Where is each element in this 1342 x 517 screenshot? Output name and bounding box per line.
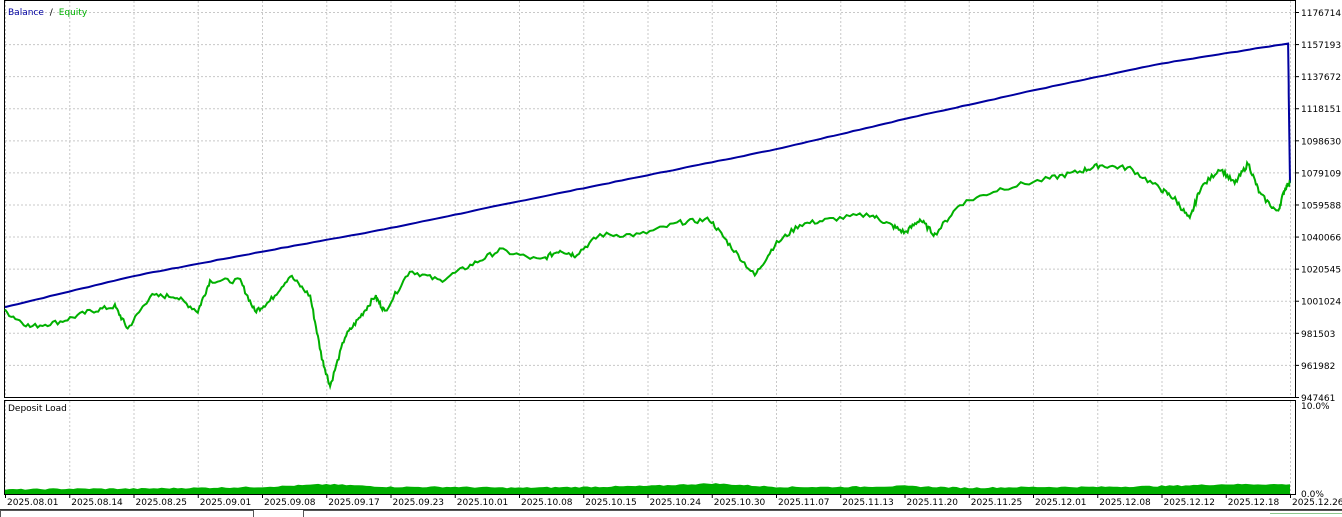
y-tick-label: 1001024 <box>1301 298 1341 308</box>
y-tick-label: 1137672 <box>1301 73 1341 83</box>
x-tick-label: 2025.11.25 <box>971 498 1023 508</box>
x-tick-label: 2025.10.08 <box>521 498 573 508</box>
x-tick-label: 2025.08.14 <box>71 498 123 508</box>
legend-balance: Balance <box>8 8 44 18</box>
x-tick-label: 2025.09.08 <box>264 498 316 508</box>
y-tick-label: 1040066 <box>1301 234 1341 244</box>
y-tick-label: 1079109 <box>1301 169 1341 179</box>
grid-lines <box>5 1 1295 494</box>
x-tick-label: 2025.08.25 <box>136 498 188 508</box>
y-tick-label: 981503 <box>1301 330 1335 340</box>
deposit-y-tick-label: 10.0% <box>1301 402 1330 412</box>
balance-equity-chart: 1176714 1157193 1137672 1118151 1098630 10791… <box>0 0 1342 510</box>
legend-separator: / <box>50 8 54 18</box>
x-tick-label: 2025.10.15 <box>585 498 637 508</box>
x-tick-label: 2025.10.30 <box>714 498 766 508</box>
deposit-load-area <box>5 483 1290 494</box>
y-tick-label: 1098630 <box>1301 137 1341 147</box>
legend-equity: Equity <box>59 8 88 18</box>
y-tick-label: 961982 <box>1301 362 1335 372</box>
legend: Balance / Equity <box>8 8 88 18</box>
x-tick-label: 2025.11.20 <box>907 498 959 508</box>
x-tick-label: 2025.12.26 <box>1292 498 1342 508</box>
x-tick-label: 2025.10.01 <box>457 498 509 508</box>
x-tick-label: 2025.09.23 <box>393 498 445 508</box>
x-tick-label: 2025.12.12 <box>1164 498 1216 508</box>
x-tick-label: 2025.11.13 <box>842 498 894 508</box>
x-tick-label: 2025.10.24 <box>650 498 702 508</box>
deposit-load-title: Deposit Load <box>8 404 67 414</box>
y-tick-label: 1157193 <box>1301 41 1341 51</box>
x-tick-label: 2025.08.01 <box>7 498 59 508</box>
y-tick-label: 1059588 <box>1301 201 1341 211</box>
x-tick-label: 2025.09.01 <box>200 498 252 508</box>
x-tick-label: 2025.12.08 <box>1099 498 1151 508</box>
balance-line <box>4 42 1291 309</box>
bottom-green-indicator <box>1270 513 1342 514</box>
y-tick-label: 1118151 <box>1301 105 1341 115</box>
y-tick-label: 1020545 <box>1301 266 1341 276</box>
x-tick-label: 2025.12.18 <box>1228 498 1280 508</box>
y-tick-label: 1176714 <box>1301 9 1341 19</box>
x-tick-label: 2025.11.07 <box>778 498 830 508</box>
x-tick-label: 2025.09.17 <box>328 498 380 508</box>
x-tick-label: 2025.12.01 <box>1035 498 1087 508</box>
